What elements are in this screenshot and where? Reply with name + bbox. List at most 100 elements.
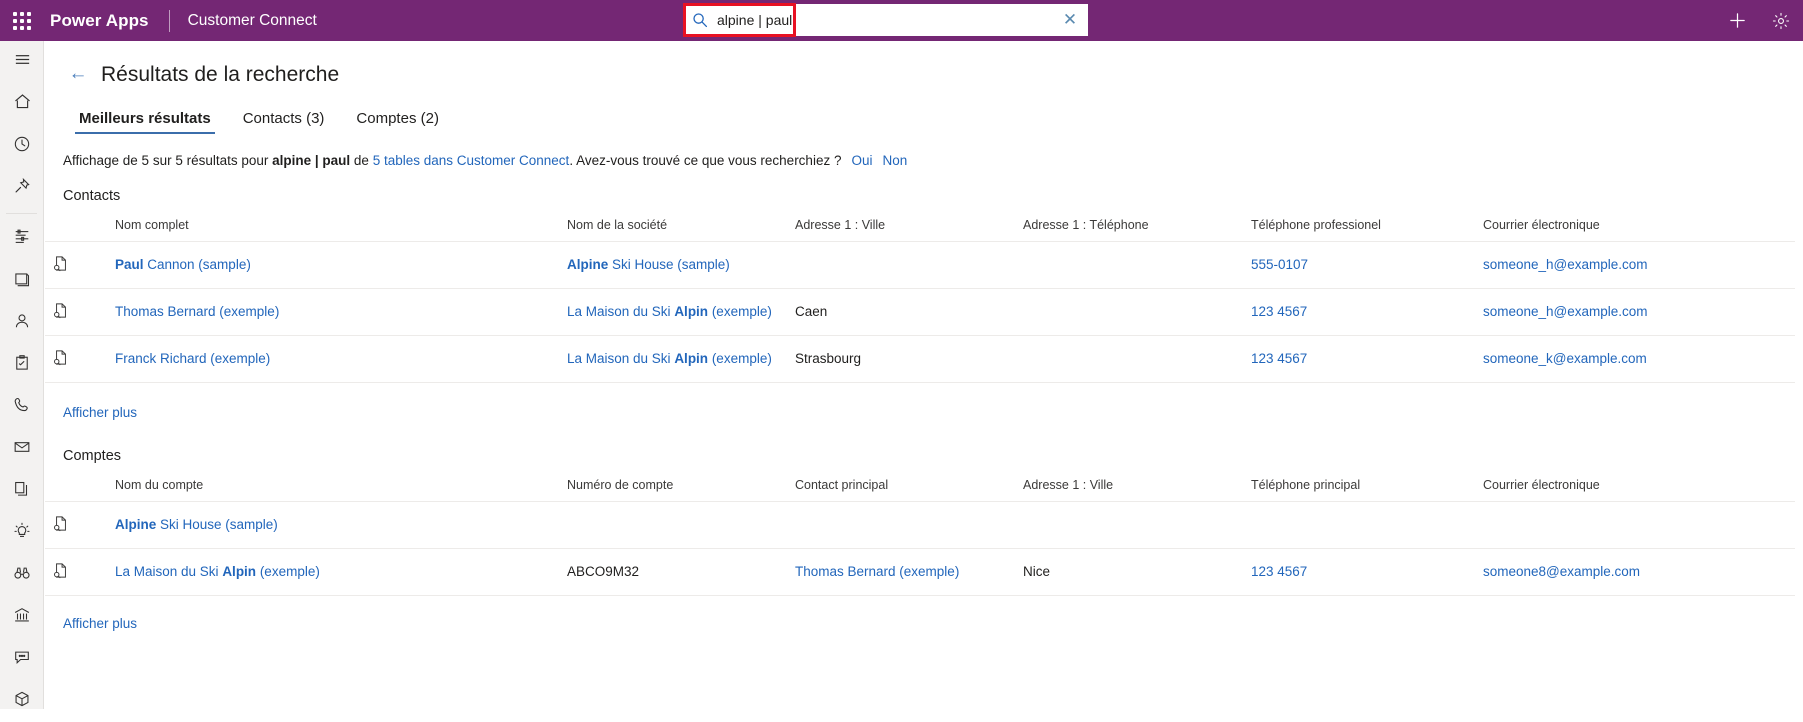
feedback-no-link[interactable]: Non <box>882 153 907 168</box>
search-icon <box>683 4 717 36</box>
cell-company-name[interactable]: La Maison du Ski Alpin (exemple) <box>559 288 787 336</box>
back-button[interactable]: ← <box>63 59 93 89</box>
cell-company-pre: La Maison du Ski <box>567 351 675 367</box>
table-row[interactable]: Alpine Ski House (sample) <box>45 501 1795 549</box>
sidebar-item-hamburger-menu[interactable] <box>0 41 44 83</box>
sidebar-item-recent[interactable] <box>0 125 44 167</box>
table-row[interactable]: Thomas Bernard (exemple) La Maison du Sk… <box>45 288 1795 336</box>
sidebar-item-competitors[interactable] <box>0 554 44 596</box>
table-row[interactable]: Paul Cannon (sample) Alpine Ski House (s… <box>45 241 1795 289</box>
sidebar-item-tasks[interactable] <box>0 344 44 386</box>
col-header-email[interactable]: Courrier électronique <box>1475 471 1795 502</box>
app-launcher-button[interactable] <box>0 0 44 41</box>
col-header-address-city[interactable]: Adresse 1 : Ville <box>1015 471 1243 502</box>
new-record-button[interactable] <box>1715 0 1759 41</box>
email-link[interactable]: someone8@example.com <box>1483 564 1640 579</box>
settings-gear-icon[interactable] <box>1759 0 1803 41</box>
table-row[interactable]: Franck Richard (exemple) La Maison du Sk… <box>45 335 1795 383</box>
cell-account-name[interactable]: Alpine Ski House (sample) <box>107 501 559 549</box>
col-header-full-name[interactable]: Nom complet <box>107 211 559 242</box>
col-header-main-phone[interactable]: Téléphone principal <box>1243 471 1475 502</box>
clear-search-icon[interactable]: ✕ <box>1052 4 1088 36</box>
sidebar-item-insights[interactable] <box>0 512 44 554</box>
cell-primary-contact <box>787 501 1015 549</box>
sidebar-item-dashboards[interactable] <box>0 218 44 260</box>
dashboard-icon <box>13 228 31 251</box>
mail-icon <box>13 438 31 461</box>
activities-icon <box>13 270 31 293</box>
cell-company-match: Alpine <box>567 257 609 273</box>
contacts-show-more-link[interactable]: Afficher plus <box>63 405 137 420</box>
cell-business-phone[interactable]: 123 4567 <box>1243 288 1475 336</box>
sidebar-item-products[interactable] <box>0 680 44 722</box>
tables-link[interactable]: 5 tables dans Customer Connect <box>373 153 570 168</box>
sidebar-item-pinned[interactable] <box>0 167 44 209</box>
cell-full-name[interactable]: Franck Richard (exemple) <box>107 335 559 383</box>
cell-full-name-text[interactable]: Franck Richard (exemple) <box>115 351 270 366</box>
main-phone-link[interactable]: 123 4567 <box>1251 564 1307 579</box>
email-link[interactable]: someone_k@example.com <box>1483 351 1647 366</box>
cell-main-phone[interactable]: 123 4567 <box>1243 548 1475 596</box>
sidebar-item-social[interactable] <box>0 638 44 680</box>
cell-company-name[interactable]: La Maison du Ski Alpin (exemple) <box>559 335 787 383</box>
cell-account-number <box>559 501 787 549</box>
col-header-company-name[interactable]: Nom de la société <box>559 211 787 242</box>
cell-account-name[interactable]: La Maison du Ski Alpin (exemple) <box>107 548 559 596</box>
business-phone-link[interactable]: 555-0107 <box>1251 257 1308 272</box>
email-link[interactable]: someone_h@example.com <box>1483 304 1648 319</box>
col-header-address-city[interactable]: Adresse 1 : Ville <box>787 211 1015 242</box>
global-search-box[interactable]: ✕ <box>683 4 1088 36</box>
row-type-icon-cell <box>45 335 107 383</box>
col-header-address-phone[interactable]: Adresse 1 : Téléphone <box>1015 211 1243 242</box>
cell-full-name-match: Paul <box>115 257 144 273</box>
contacts-results-table: Nom complet Nom de la société Adresse 1 … <box>45 211 1795 383</box>
sidebar-item-activities[interactable] <box>0 260 44 302</box>
home-icon <box>13 92 32 116</box>
cell-company-match: Alpin <box>674 304 709 320</box>
app-name-label[interactable]: Customer Connect <box>188 12 317 30</box>
cell-full-name-text[interactable]: Thomas Bernard (exemple) <box>115 304 279 319</box>
tab-best-results[interactable]: Meilleurs résultats <box>63 106 227 134</box>
sidebar-item-phone-calls[interactable] <box>0 386 44 428</box>
search-input[interactable] <box>717 5 1052 35</box>
business-phone-link[interactable]: 123 4567 <box>1251 351 1307 366</box>
cell-email[interactable]: someone_k@example.com <box>1475 335 1795 383</box>
sidebar-item-documents[interactable] <box>0 470 44 512</box>
feedback-yes-link[interactable]: Oui <box>851 153 872 168</box>
tab-accounts[interactable]: Comptes (2) <box>340 106 455 134</box>
sidebar-item-accounts[interactable] <box>0 596 44 638</box>
waffle-icon <box>13 11 31 30</box>
col-header-business-phone[interactable]: Téléphone professionel <box>1243 211 1475 242</box>
col-header-primary-contact[interactable]: Contact principal <box>787 471 1015 502</box>
col-header-account-name[interactable]: Nom du compte <box>107 471 559 502</box>
accounts-show-more-link[interactable]: Afficher plus <box>63 616 137 631</box>
sidebar-item-emails[interactable] <box>0 428 44 470</box>
cell-full-name[interactable]: Thomas Bernard (exemple) <box>107 288 559 336</box>
icon-column-header <box>45 471 107 502</box>
tab-contacts[interactable]: Contacts (3) <box>227 106 341 134</box>
results-summary: Affichage de 5 sur 5 résultats pour alpi… <box>63 152 1803 170</box>
summary-prefix: Affichage de 5 sur 5 résultats pour <box>63 153 273 168</box>
summary-suffix: . Avez-vous trouvé ce que vous recherchi… <box>569 153 842 168</box>
cell-business-phone[interactable]: 123 4567 <box>1243 335 1475 383</box>
sidebar-item-contacts[interactable] <box>0 302 44 344</box>
email-link[interactable]: someone_h@example.com <box>1483 257 1648 272</box>
cell-company-name[interactable]: Alpine Ski House (sample) <box>559 241 787 289</box>
sidebar-item-home[interactable] <box>0 83 44 125</box>
cell-account-name-rest: (exemple) <box>256 564 320 580</box>
cell-business-phone[interactable]: 555-0107 <box>1243 241 1475 289</box>
col-header-account-number[interactable]: Numéro de compte <box>559 471 787 502</box>
cell-full-name[interactable]: Paul Cannon (sample) <box>107 241 559 289</box>
col-header-email[interactable]: Courrier électronique <box>1475 211 1795 242</box>
phone-icon <box>13 396 31 419</box>
accounts-results-table: Nom du compte Numéro de compte Contact p… <box>45 471 1795 596</box>
cell-email[interactable]: someone_h@example.com <box>1475 288 1795 336</box>
rail-divider <box>6 213 37 214</box>
cell-primary-contact[interactable]: Thomas Bernard (exemple) <box>787 548 1015 596</box>
table-row[interactable]: La Maison du Ski Alpin (exemple) ABCO9M3… <box>45 548 1795 596</box>
business-phone-link[interactable]: 123 4567 <box>1251 304 1307 319</box>
brand-label[interactable]: Power Apps <box>50 11 149 31</box>
cell-email[interactable]: someone_h@example.com <box>1475 241 1795 289</box>
cell-email[interactable]: someone8@example.com <box>1475 548 1795 596</box>
primary-contact-link[interactable]: Thomas Bernard (exemple) <box>795 564 959 579</box>
